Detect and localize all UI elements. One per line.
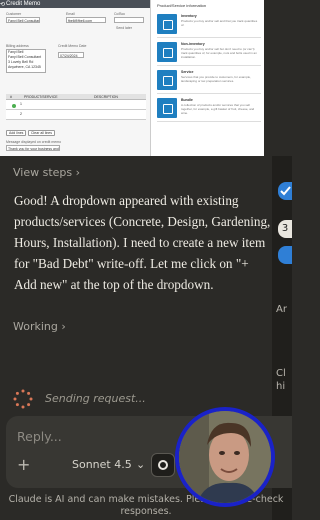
type-non-inventory[interactable]: Non-inventory Products you buy and/or se…	[157, 40, 261, 66]
strip-label: hi	[276, 381, 286, 392]
billing-line: Anywhere, CA 12345	[8, 65, 41, 69]
billing-address-field[interactable]: Fanyi Bell Fanyi Bell Consultant 3 Lovel…	[6, 49, 46, 73]
type-inventory[interactable]: Inventory Products you buy and/or sell a…	[157, 12, 261, 38]
add-lines-button[interactable]: Add lines	[6, 130, 27, 136]
chevron-right-icon: ›	[61, 320, 66, 333]
type-desc: A collection of products and/or services…	[181, 103, 255, 115]
spinner-icon	[13, 389, 33, 409]
table-row[interactable]: 1	[6, 100, 146, 110]
row-number: 1	[20, 102, 22, 106]
date-label: Credit Memo Date	[58, 44, 87, 48]
sending-status: Sending request...	[45, 392, 146, 405]
reply-input[interactable]: Reply...	[17, 429, 62, 444]
working-toggle[interactable]: Working ›	[13, 320, 66, 333]
step-badge: 3	[278, 220, 292, 238]
view-steps-toggle[interactable]: View steps ›	[13, 166, 80, 179]
drag-handle-icon[interactable]	[12, 104, 16, 108]
credit-memo-title: Credit Memo	[6, 1, 41, 7]
message-label: Message displayed on credit memo	[6, 140, 62, 144]
type-name: Bundle	[181, 98, 193, 102]
type-name: Inventory	[181, 14, 197, 18]
check-icon	[278, 182, 292, 200]
type-desc: Products you buy and/or sell and that yo…	[181, 19, 258, 27]
strip-label: Cl	[276, 368, 286, 379]
email-field[interactable]: fbell@fbell.com	[66, 17, 106, 23]
assistant-message: Good! A dropdown appeared with existing …	[14, 193, 271, 292]
table-row[interactable]: 2	[6, 110, 146, 120]
row-number: 2	[20, 112, 22, 116]
billing-label: Billing address	[6, 44, 29, 48]
product-service-panel: Product/Service information Inventory Pr…	[150, 0, 264, 156]
stop-button[interactable]	[151, 453, 175, 477]
message-field[interactable]: Thank you for your business and have a g…	[6, 145, 60, 151]
view-steps-label: View steps	[13, 166, 73, 179]
cc-field[interactable]	[114, 17, 144, 23]
strip-label: Ar	[276, 304, 287, 315]
presenter-portrait	[179, 411, 271, 503]
history-icon[interactable]: ⟲	[0, 1, 5, 8]
send-later-label[interactable]: Send later	[116, 26, 132, 30]
step-dot-icon	[278, 246, 292, 264]
bundle-icon	[157, 98, 177, 118]
inventory-icon	[157, 14, 177, 34]
cc-label: Cc/Bcc	[114, 12, 126, 16]
credit-memo-form: Customer Fanyi Bell Consultant Email fbe…	[0, 8, 150, 156]
type-bundle[interactable]: Bundle A collection of products and/or s…	[157, 96, 261, 122]
type-name: Service	[181, 70, 194, 74]
model-selector[interactable]: Sonnet 4.5	[72, 458, 132, 471]
chevron-right-icon: ›	[75, 166, 81, 179]
date-field[interactable]: 07/24/2024	[58, 52, 84, 58]
email-label: Email	[66, 12, 75, 16]
webcam-overlay	[175, 407, 275, 507]
type-desc: Services that you provide to customers, …	[181, 75, 251, 83]
type-service[interactable]: Service Services that you provide to cus…	[157, 68, 261, 94]
chevron-down-icon[interactable]: ⌄	[136, 458, 145, 471]
clear-lines-button[interactable]: Clear all lines	[28, 130, 56, 136]
type-name: Non-inventory	[181, 42, 205, 46]
working-label: Working	[13, 320, 58, 333]
customer-label: Customer	[6, 12, 22, 16]
customer-field[interactable]: Fanyi Bell Consultant	[6, 17, 40, 23]
shared-screenshot: ⟲ Credit Memo Customer Fanyi Bell Consul…	[0, 0, 264, 156]
service-icon	[157, 70, 177, 90]
type-desc: Products you buy and/or sell but don't n…	[181, 47, 257, 59]
plus-icon[interactable]: +	[17, 455, 30, 474]
non-inventory-icon	[157, 42, 177, 62]
panel-title: Product/Service information	[157, 3, 207, 8]
